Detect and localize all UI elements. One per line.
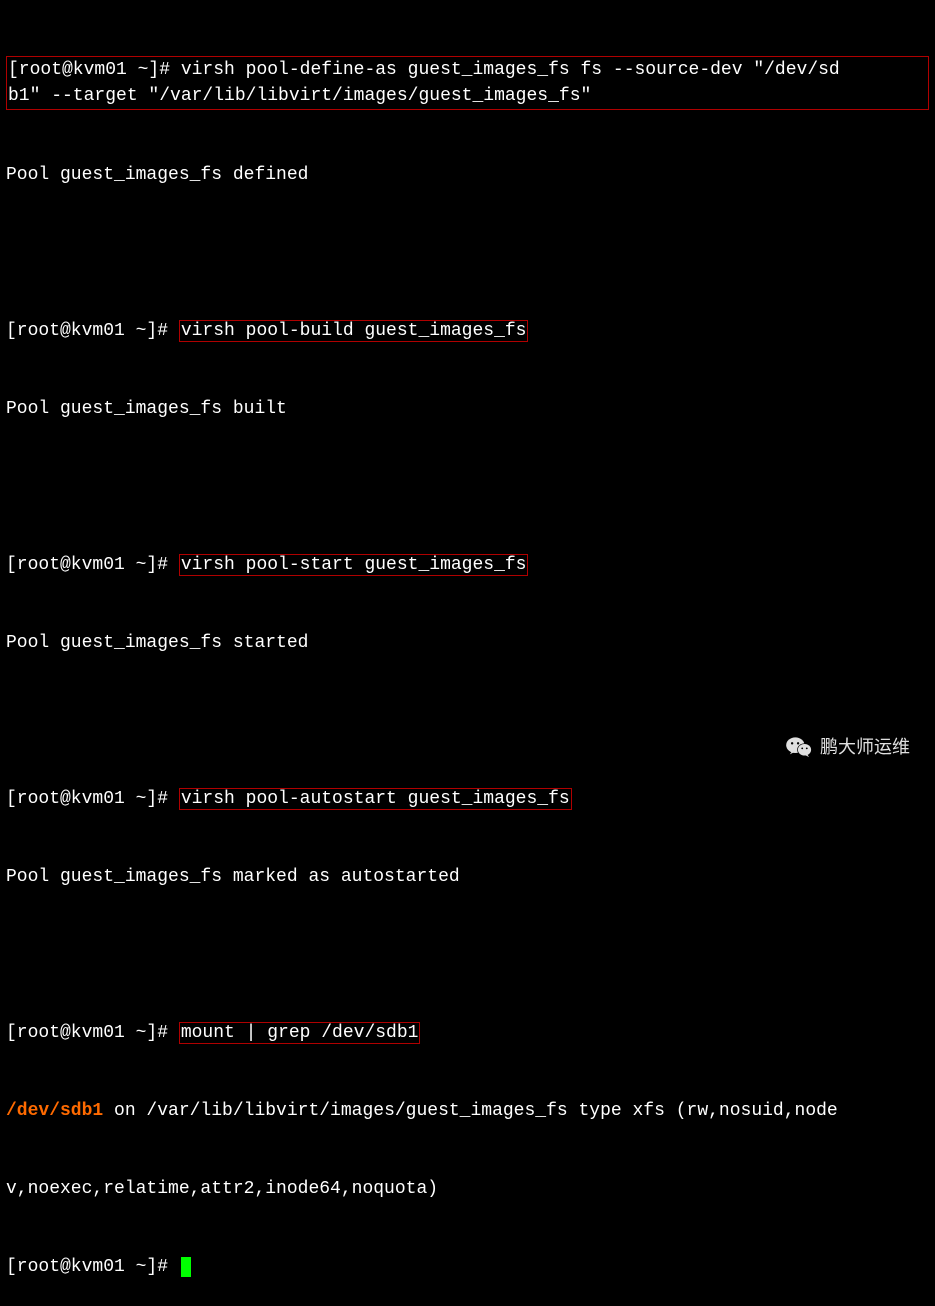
blank-line — [6, 942, 929, 968]
watermark: 鹏大师运维 — [786, 734, 910, 760]
highlighted-command-define: [root@kvm01 ~]# virsh pool-define-as gue… — [6, 56, 929, 110]
highlighted-command-mount: mount | grep /dev/sdb1 — [179, 1022, 421, 1044]
matched-device: /dev/sdb1 — [6, 1101, 103, 1121]
blank-line — [6, 474, 929, 500]
output-line: /dev/sdb1 on /var/lib/libvirt/images/gue… — [6, 1098, 929, 1124]
output-line: Pool guest_images_fs started — [6, 630, 929, 656]
command-text-cont: b1" --target "/var/lib/libvirt/images/gu… — [8, 86, 591, 106]
output-line: Pool guest_images_fs defined — [6, 162, 929, 188]
blank-line — [6, 240, 929, 266]
shell-prompt: [root@kvm01 ~]# — [6, 555, 179, 575]
highlighted-command-autostart: virsh pool-autostart guest_images_fs — [179, 788, 572, 810]
output-line: Pool guest_images_fs built — [6, 396, 929, 422]
mount-output-text: on /var/lib/libvirt/images/guest_images_… — [103, 1101, 838, 1121]
highlighted-command-start: virsh pool-start guest_images_fs — [179, 554, 529, 576]
shell-prompt: [root@kvm01 ~]# — [6, 321, 179, 341]
highlighted-command-build: virsh pool-build guest_images_fs — [179, 320, 529, 342]
shell-prompt: [root@kvm01 ~]# — [6, 1257, 179, 1277]
wechat-icon — [786, 736, 812, 758]
blank-line — [6, 708, 929, 734]
command-text: virsh pool-define-as guest_images_fs fs … — [181, 60, 840, 80]
shell-prompt: [root@kvm01 ~]# — [6, 1023, 179, 1043]
shell-prompt: [root@kvm01 ~]# — [8, 60, 181, 80]
terminal-output[interactable]: [root@kvm01 ~]# virsh pool-define-as gue… — [6, 4, 929, 1306]
shell-prompt: [root@kvm01 ~]# — [6, 789, 179, 809]
output-line: Pool guest_images_fs marked as autostart… — [6, 864, 929, 890]
cursor[interactable] — [181, 1257, 191, 1277]
watermark-text: 鹏大师运维 — [820, 734, 910, 760]
output-line: v,noexec,relatime,attr2,inode64,noquota) — [6, 1176, 929, 1202]
